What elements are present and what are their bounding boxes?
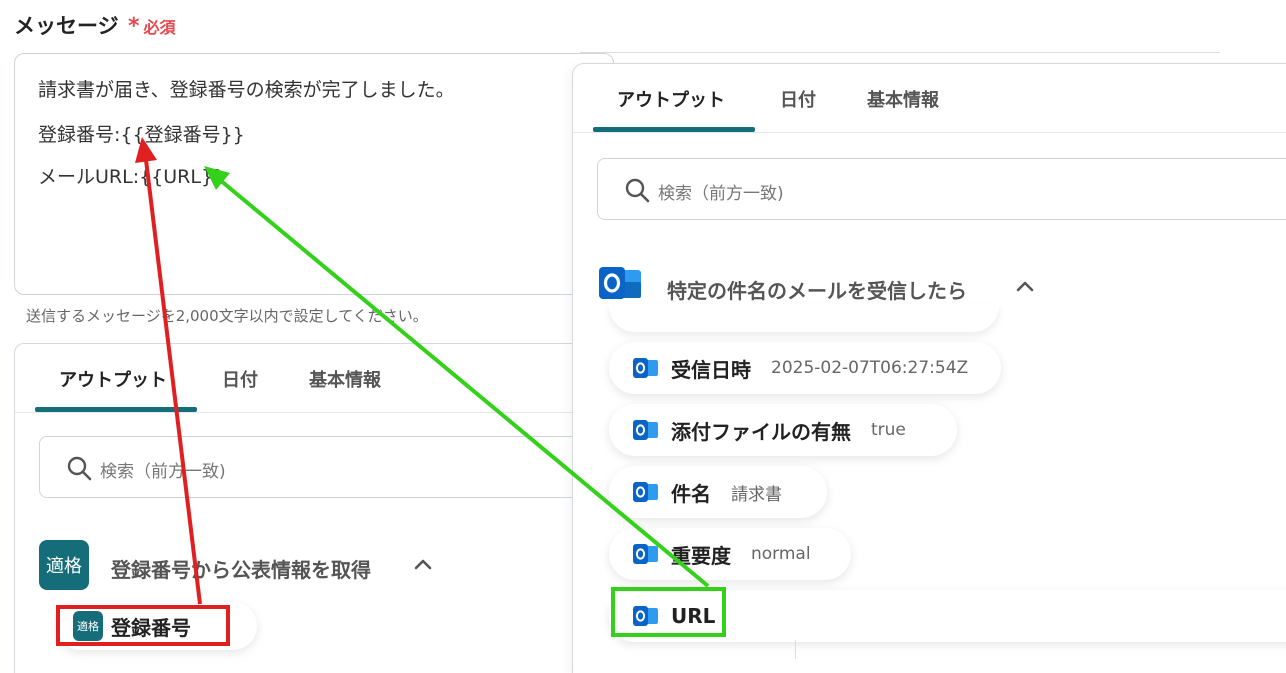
green-arrow-line	[218, 178, 710, 588]
red-arrow-line	[144, 159, 202, 605]
red-arrowhead	[135, 137, 157, 163]
annotation-arrows	[135, 137, 710, 605]
